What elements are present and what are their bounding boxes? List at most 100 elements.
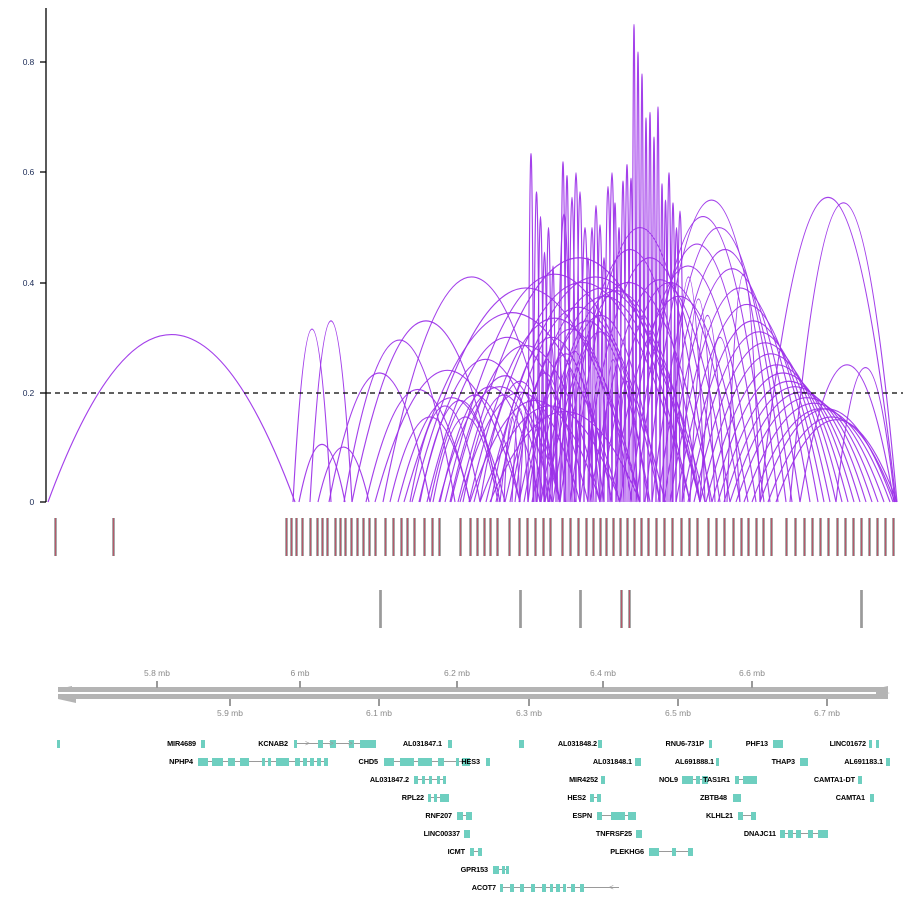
gene-exon[interactable]	[858, 775, 862, 784]
variant-tick[interactable]	[619, 590, 623, 628]
variant-tick[interactable]	[695, 518, 699, 556]
gene-exon[interactable]	[437, 775, 440, 784]
variant-tick[interactable]	[604, 518, 608, 556]
variant-tick[interactable]	[367, 518, 371, 556]
variant-tick[interactable]	[835, 518, 839, 556]
variant-tick[interactable]	[754, 518, 758, 556]
variant-tick[interactable]	[598, 518, 602, 556]
gene-label[interactable]: AL691888.1	[675, 756, 714, 767]
gene-exon[interactable]	[510, 883, 514, 892]
gene-exon[interactable]	[317, 757, 321, 766]
gene-exon[interactable]	[738, 811, 743, 820]
gene-label[interactable]: AL031848.1	[593, 756, 632, 767]
gene-label[interactable]: CAMTA1-DT	[814, 774, 855, 785]
gene-label[interactable]: AL031847.1	[403, 738, 442, 749]
gene-label[interactable]: RNF207	[425, 810, 452, 821]
variant-tick[interactable]	[679, 518, 683, 556]
gene-exon[interactable]	[682, 775, 693, 784]
gene-label[interactable]: DNAJC11	[744, 828, 776, 839]
gene-label[interactable]: THAP3	[772, 756, 796, 767]
variant-tick[interactable]	[731, 518, 735, 556]
gene-exon[interactable]	[318, 739, 323, 748]
variant-tick[interactable]	[320, 518, 324, 556]
variant-tick[interactable]	[722, 518, 726, 556]
gene-exon[interactable]	[434, 793, 437, 802]
gene-label[interactable]: MIR4689	[167, 738, 196, 749]
variant-tick[interactable]	[289, 518, 293, 556]
variant-tick[interactable]	[746, 518, 750, 556]
gene-exon[interactable]	[240, 757, 249, 766]
gene-exon[interactable]	[531, 883, 535, 892]
gene-exon[interactable]	[520, 883, 524, 892]
variant-tick[interactable]	[826, 518, 830, 556]
variant-tick[interactable]	[412, 518, 416, 556]
variant-tick[interactable]	[325, 518, 329, 556]
variant-tick[interactable]	[373, 518, 377, 556]
gene-label[interactable]: ESPN	[573, 810, 593, 821]
gene-exon[interactable]	[262, 757, 265, 766]
variant-tick[interactable]	[525, 518, 529, 556]
gene-exon[interactable]	[542, 883, 546, 892]
variant-tick[interactable]	[284, 518, 288, 556]
gene-label[interactable]: HES2	[567, 792, 586, 803]
gene-exon[interactable]	[571, 883, 575, 892]
gene-label[interactable]: PLEKHG6	[610, 846, 644, 857]
variant-tick[interactable]	[576, 518, 580, 556]
gene-exon[interactable]	[360, 739, 376, 748]
gene-label[interactable]: ZBTB48	[700, 792, 727, 803]
variant-tick[interactable]	[714, 518, 718, 556]
variant-tick[interactable]	[541, 518, 545, 556]
gene-exon[interactable]	[448, 739, 452, 748]
variant-tick[interactable]	[793, 518, 797, 556]
gene-label[interactable]: AL031848.2	[558, 738, 597, 749]
gene-exon[interactable]	[500, 883, 503, 892]
gene-label[interactable]: HES3	[461, 756, 480, 767]
variant-tick[interactable]	[468, 518, 472, 556]
gene-exon[interactable]	[590, 793, 594, 802]
variant-tick[interactable]	[883, 518, 887, 556]
variant-tick[interactable]	[859, 518, 863, 556]
gene-label[interactable]: MIR4252	[569, 774, 598, 785]
gene-exon[interactable]	[486, 757, 490, 766]
gene-exon[interactable]	[478, 847, 482, 856]
variant-tick[interactable]	[333, 518, 337, 556]
variant-tick[interactable]	[784, 518, 788, 556]
gene-label[interactable]: ICMT	[448, 846, 466, 857]
gene-label[interactable]: AL031847.2	[370, 774, 409, 785]
variant-tick[interactable]	[618, 518, 622, 556]
gene-exon[interactable]	[268, 757, 271, 766]
variant-tick[interactable]	[611, 518, 615, 556]
variant-tick[interactable]	[430, 518, 434, 556]
gene-exon[interactable]	[716, 757, 719, 766]
variant-tick[interactable]	[670, 518, 674, 556]
variant-tick[interactable]	[405, 518, 409, 556]
variant-tick[interactable]	[495, 518, 499, 556]
gene-exon[interactable]	[556, 883, 560, 892]
gene-exon[interactable]	[294, 739, 297, 748]
gene-exon[interactable]	[57, 739, 60, 748]
gene-exon[interactable]	[470, 847, 474, 856]
variant-tick[interactable]	[568, 518, 572, 556]
variant-tick[interactable]	[654, 518, 658, 556]
variant-tick[interactable]	[818, 518, 822, 556]
gene-exon[interactable]	[580, 883, 584, 892]
gene-exon[interactable]	[276, 757, 289, 766]
variant-tick[interactable]	[706, 518, 710, 556]
gene-label[interactable]: CHD5	[359, 756, 379, 767]
variant-tick[interactable]	[802, 518, 806, 556]
variant-tick[interactable]	[584, 518, 588, 556]
gene-exon[interactable]	[228, 757, 235, 766]
variant-tick[interactable]	[437, 518, 441, 556]
variant-tick[interactable]	[867, 518, 871, 556]
variant-tick[interactable]	[361, 518, 365, 556]
variant-tick[interactable]	[533, 518, 537, 556]
variant-tick[interactable]	[355, 518, 359, 556]
variant-tick[interactable]	[761, 518, 765, 556]
gene-exon[interactable]	[601, 775, 605, 784]
variant-tick[interactable]	[458, 518, 462, 556]
gene-label[interactable]: RPL22	[402, 792, 424, 803]
gene-exon[interactable]	[733, 793, 741, 802]
variant-tick[interactable]	[343, 518, 347, 556]
gene-label[interactable]: LINC00337	[424, 828, 461, 839]
gene-exon[interactable]	[743, 775, 757, 784]
